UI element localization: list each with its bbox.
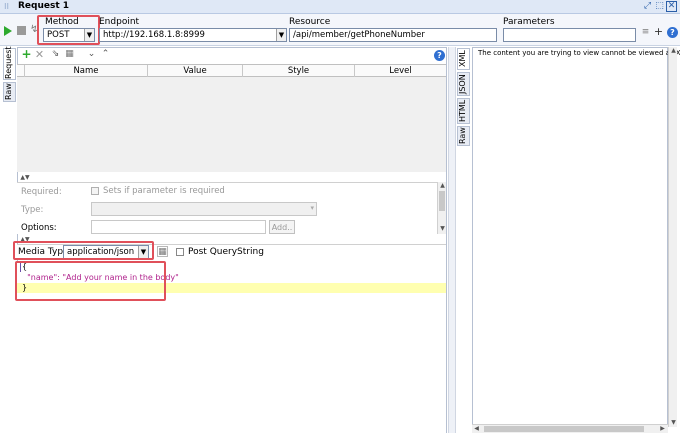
close-icon[interactable]: ✕ (666, 1, 677, 12)
move-up-icon[interactable]: ⌃ (100, 49, 111, 60)
delete-param-icon[interactable]: ✕ (34, 49, 45, 60)
detach-icon[interactable]: ⤢ (642, 1, 653, 12)
response-panel (472, 47, 668, 427)
endpoint-label: Endpoint (99, 17, 140, 27)
options-input[interactable] (91, 220, 266, 234)
window-title-bar: ⁝⁝ Request 1 ⤢ ⬚ ✕ (0, 0, 680, 14)
required-label: Required: (21, 187, 62, 197)
scroll-thumb[interactable] (484, 426, 644, 432)
scroll-down-icon[interactable]: ▼ (669, 419, 678, 427)
method-highlight-box (37, 15, 100, 45)
column-header-value[interactable]: Value (148, 65, 243, 77)
resource-input[interactable]: /api/member/getPhoneNumber (289, 28, 497, 42)
add-option-button[interactable]: Add.. (269, 220, 295, 234)
params-table: Name Value Style Level (17, 64, 446, 172)
scroll-thumb[interactable] (439, 191, 445, 211)
media-type-highlight-box (13, 241, 154, 260)
tab-raw[interactable]: Raw (3, 82, 16, 102)
scroll-up-icon[interactable]: ▲ (438, 182, 447, 190)
tab-request-label: Request (4, 46, 13, 80)
param-settings-icon[interactable]: ▦ (64, 49, 75, 60)
scroll-up-icon[interactable]: ▲ (669, 47, 678, 55)
tab-html-label: HTML (458, 99, 467, 123)
endpoint-input[interactable]: http://192.168.1.8:8999 ▼ (99, 28, 287, 42)
response-scrollbar-horizontal[interactable]: ◀ ▶ (472, 424, 668, 433)
chevron-down-icon[interactable]: ▼ (276, 29, 286, 41)
tab-raw-label: Raw (4, 83, 13, 101)
response-scrollbar-vertical[interactable]: ▲ ▼ (668, 47, 677, 427)
add-icon[interactable]: + (653, 26, 664, 37)
column-header-name[interactable]: Name (25, 65, 148, 77)
splitter-arrows-icon[interactable]: ▲▼ (18, 174, 32, 182)
help-icon[interactable]: ? (667, 27, 678, 38)
tab-xml[interactable]: XML (457, 48, 470, 70)
type-label: Type: (21, 205, 44, 215)
post-querystring-label: Post QueryString (188, 247, 264, 257)
recreate-template-icon[interactable]: ▦ (157, 246, 168, 257)
tab-response-raw-label: Raw (458, 127, 467, 145)
window-title: Request 1 (18, 1, 70, 11)
scroll-right-icon[interactable]: ▶ (658, 425, 667, 433)
tab-json[interactable]: JSON (457, 72, 470, 96)
params-table-header: Name Value Style Level (17, 65, 446, 77)
chevron-down-icon: ▾ (310, 204, 314, 212)
list-icon[interactable]: ≡ (640, 27, 651, 38)
required-checkbox-label: Sets if parameter is required (103, 186, 225, 196)
type-select[interactable]: ▾ (91, 202, 317, 216)
run-icon[interactable] (4, 26, 12, 36)
params-help-icon[interactable]: ? (434, 50, 445, 61)
stop-icon[interactable] (17, 26, 26, 35)
scroll-down-icon[interactable]: ▼ (438, 225, 447, 233)
scroll-left-icon[interactable]: ◀ (472, 425, 481, 433)
parameters-input[interactable] (503, 28, 636, 42)
resource-label: Resource (289, 17, 331, 27)
tab-response-raw[interactable]: Raw (457, 126, 470, 146)
endpoint-value: http://192.168.1.8:8999 (103, 30, 205, 40)
tab-html[interactable]: HTML (457, 98, 470, 124)
parameters-label: Parameters (503, 17, 555, 27)
required-checkbox[interactable] (91, 187, 99, 195)
options-label: Options: (21, 223, 57, 233)
maximize-icon[interactable]: ⬚ (654, 1, 665, 12)
post-querystring-checkbox[interactable] (176, 248, 184, 256)
body-highlight-box (15, 261, 166, 301)
extract-param-icon[interactable]: ⇘ (50, 49, 61, 60)
window-grip-icon: ⁝⁝ (4, 2, 10, 11)
details-scrollbar[interactable]: ▲ ▼ (437, 182, 446, 234)
row-selector-header (17, 65, 25, 77)
tab-json-label: JSON (458, 74, 467, 94)
resource-value: /api/member/getPhoneNumber (293, 30, 425, 40)
tab-xml-label: XML (458, 50, 467, 68)
tab-request[interactable]: Request (3, 46, 16, 80)
pane-splitter[interactable] (448, 47, 456, 433)
column-header-level[interactable]: Level (355, 65, 446, 77)
add-param-icon[interactable]: + (21, 48, 32, 60)
move-down-icon[interactable]: ⌄ (86, 49, 97, 60)
response-message: The content you are trying to view canno… (478, 49, 680, 57)
column-header-style[interactable]: Style (243, 65, 355, 77)
